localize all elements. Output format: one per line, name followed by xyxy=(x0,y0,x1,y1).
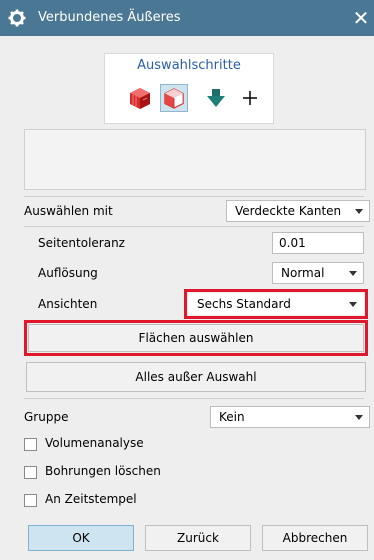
dialog-title: Verbundenes Äußeres xyxy=(38,10,181,25)
resolution-label: Auflösung xyxy=(38,266,98,280)
chevron-down-icon xyxy=(355,209,363,214)
views-dropdown[interactable]: Sechs Standard xyxy=(188,293,364,315)
timestamp-checkbox[interactable] xyxy=(24,494,37,507)
chevron-down-icon xyxy=(355,415,363,420)
gear-icon xyxy=(8,9,26,27)
selection-steps-panel: Auswahlschritte xyxy=(104,53,274,124)
separator xyxy=(24,398,364,399)
delete-holes-label: Bohrungen löschen xyxy=(45,464,161,478)
separator xyxy=(24,196,364,197)
chevron-down-icon xyxy=(349,302,357,307)
group-label: Gruppe xyxy=(24,410,69,424)
ok-button[interactable]: OK xyxy=(28,525,134,551)
close-icon[interactable]: ✕ xyxy=(350,7,372,29)
group-dropdown[interactable]: Kein xyxy=(210,406,370,428)
resolution-dropdown[interactable]: Normal xyxy=(272,262,364,284)
delete-holes-checkbox[interactable] xyxy=(24,466,37,479)
volume-analysis-checkbox[interactable] xyxy=(24,438,37,451)
selection-list-box[interactable] xyxy=(24,129,366,190)
group-value: Kein xyxy=(219,410,245,424)
solid-body-icon[interactable] xyxy=(126,84,154,112)
views-label: Ansichten xyxy=(38,297,98,311)
side-tolerance-input[interactable]: 0.01 xyxy=(272,232,364,254)
separator xyxy=(24,226,364,227)
select-with-value: Verdeckte Kanten xyxy=(235,204,342,218)
faces-body-icon[interactable] xyxy=(160,84,188,112)
chevron-down-icon xyxy=(349,271,357,276)
dialog-titlebar: Verbundenes Äußeres ✕ xyxy=(0,0,374,36)
down-arrow-icon[interactable] xyxy=(202,84,230,112)
select-with-dropdown[interactable]: Verdeckte Kanten xyxy=(226,200,370,222)
side-tolerance-label: Seitentoleranz xyxy=(38,236,125,250)
cancel-button[interactable]: Abbrechen xyxy=(262,525,368,551)
views-value: Sechs Standard xyxy=(197,297,291,311)
selection-steps-label: Auswahlschritte xyxy=(137,58,241,73)
all-except-selection-button[interactable]: Alles außer Auswahl xyxy=(26,362,366,392)
timestamp-label: An Zeitstempel xyxy=(45,492,137,506)
plus-icon[interactable] xyxy=(236,84,264,112)
select-faces-button[interactable]: Flächen auswählen xyxy=(28,324,364,352)
back-button[interactable]: Zurück xyxy=(145,525,251,551)
volume-analysis-label: Volumenanalyse xyxy=(45,436,144,450)
select-with-label: Auswählen mit xyxy=(24,204,113,218)
resolution-value: Normal xyxy=(281,266,325,280)
